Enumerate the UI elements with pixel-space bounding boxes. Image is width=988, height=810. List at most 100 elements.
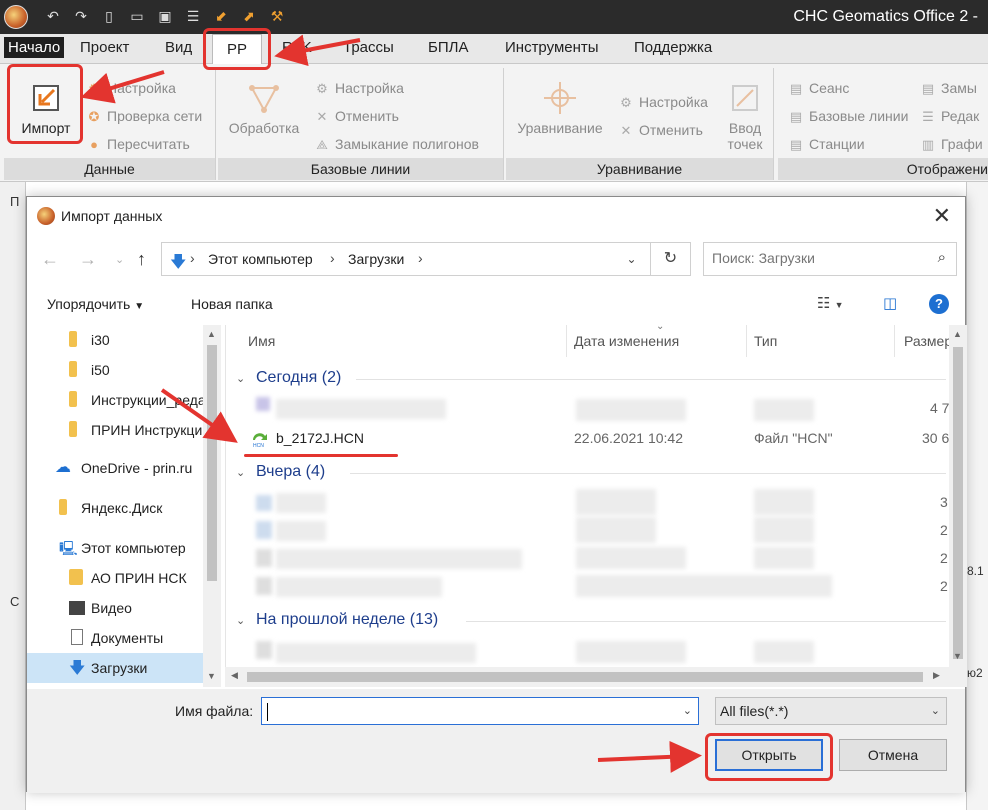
help-icon[interactable]: ?	[929, 294, 949, 314]
display-col2-item-1[interactable]: ▤ Замы	[920, 80, 977, 97]
filename-field[interactable]: ⌄	[261, 697, 699, 725]
address-history-dropdown[interactable]: ⌄	[613, 242, 651, 276]
app-logo-icon[interactable]	[4, 5, 28, 29]
scroll-down-icon[interactable]: ▼	[953, 651, 962, 661]
loop-closure-button[interactable]: ⟁ Замыкание полигонов	[314, 136, 479, 153]
save-icon[interactable]: ▣	[156, 7, 174, 25]
group-header-last-week[interactable]: ⌄ На прошлой неделе (13)	[236, 611, 438, 629]
scrollbar-thumb[interactable]	[207, 345, 217, 581]
nav-item-i30[interactable]: i30	[27, 325, 203, 355]
adjust-button[interactable]: Уравнивание	[510, 80, 610, 136]
organize-button[interactable]: Упорядочить ▼	[47, 296, 144, 312]
display-col2-item-3[interactable]: ▥ Графи	[920, 136, 983, 153]
tab-project[interactable]: Проект	[80, 39, 129, 56]
nav-item-ao-prin[interactable]: АО ПРИН НСК	[27, 563, 203, 593]
file-row-blurred[interactable]: 4 7	[226, 395, 949, 423]
adjust-settings-button[interactable]: ⚙ Настройка	[618, 94, 708, 111]
tab-routes[interactable]: Трассы	[343, 39, 394, 56]
nav-item-onedrive[interactable]: ☁ OneDrive - prin.ru	[27, 453, 203, 483]
open-project-icon[interactable]: ▭	[128, 7, 146, 25]
nav-item-i50[interactable]: i50	[27, 355, 203, 385]
project-pane-tab[interactable]: П	[10, 194, 19, 209]
list-icon[interactable]: ☰	[184, 7, 202, 25]
column-separator[interactable]	[746, 325, 747, 357]
back-arrow-icon[interactable]: ←	[41, 249, 59, 270]
group-header-yesterday[interactable]: ⌄ Вчера (4)	[236, 463, 325, 481]
chevron-down-icon[interactable]: ⌄	[683, 704, 692, 717]
column-header-size[interactable]: Размер	[904, 333, 952, 349]
scrollbar-thumb[interactable]	[247, 672, 923, 682]
tab-home[interactable]: Начало	[4, 37, 65, 58]
breadcrumb-chevron-icon[interactable]: ›	[418, 250, 423, 266]
nav-item-downloads[interactable]: 🡇 Загрузки	[27, 653, 203, 683]
tab-support[interactable]: Поддержка	[634, 39, 712, 56]
processing-button[interactable]: Обработка	[222, 80, 306, 136]
preview-pane-icon[interactable]: ◫	[883, 294, 897, 312]
tab-view[interactable]: Вид	[165, 39, 192, 56]
check-network-button[interactable]: ✪ Проверка сети	[86, 108, 203, 125]
nav-item-yandex-disk[interactable]: Яндекс.Диск	[27, 493, 203, 523]
session-button[interactable]: ▤ Сеанс	[788, 80, 850, 97]
scroll-right-icon[interactable]: ▶	[933, 670, 940, 681]
filetype-select[interactable]: All files(*.*) ⌄	[715, 697, 947, 725]
recalc-button[interactable]: ● Пересчитать	[86, 136, 190, 152]
import-quick-icon[interactable]: ⬋	[212, 7, 230, 25]
view-options-icon[interactable]: ☷ ▼	[817, 294, 844, 312]
tab-rtk[interactable]: RTK	[282, 39, 312, 56]
filename-input[interactable]	[266, 702, 666, 718]
search-input[interactable]	[712, 250, 922, 266]
file-list-scrollbar[interactable]: ▲ ▼	[949, 325, 967, 687]
breadcrumb-downloads[interactable]: Загрузки	[348, 251, 404, 267]
file-row-blurred[interactable]: 2	[226, 517, 948, 545]
refresh-icon[interactable]: ↻	[651, 242, 691, 276]
navigation-pane-scrollbar[interactable]: ▲ ▼	[203, 325, 221, 687]
column-header-date[interactable]: Дата изменения	[574, 333, 679, 349]
scrollbar-thumb[interactable]	[953, 347, 963, 659]
input-points-button[interactable]: Ввод точек	[720, 80, 770, 152]
nav-item-video[interactable]: Видео	[27, 593, 203, 623]
file-row-hcn[interactable]: HCN b_2172J.HCN 22.06.2021 10:42 Файл "H…	[226, 425, 949, 453]
scroll-up-icon[interactable]: ▲	[207, 329, 216, 339]
file-list-horizontal-scrollbar[interactable]: ◀ ▶	[225, 667, 949, 687]
address-bar[interactable]: 🡇 › Этот компьютер › Загрузки ›	[161, 242, 651, 276]
undo-icon[interactable]: ↶	[44, 7, 62, 25]
display-col2-item-2[interactable]: ☰ Редак	[920, 108, 979, 125]
nav-item-instructions[interactable]: Инструкции_реда	[27, 385, 203, 415]
column-separator[interactable]	[566, 325, 567, 357]
breadcrumb-this-pc[interactable]: Этот компьютер	[208, 251, 313, 267]
file-row-blurred[interactable]	[226, 637, 948, 665]
data-settings-button[interactable]: ⚙ Настройка	[86, 80, 176, 97]
file-row-blurred[interactable]: 2	[226, 545, 948, 573]
redo-icon[interactable]: ↷	[72, 7, 90, 25]
new-folder-button[interactable]: Новая папка	[191, 296, 273, 312]
tab-uav[interactable]: БПЛА	[428, 39, 468, 56]
baselines-cancel-button[interactable]: ✕ Отменить	[314, 108, 399, 125]
close-icon[interactable]: ✕	[933, 203, 951, 229]
search-box[interactable]: ⌕	[703, 242, 957, 276]
adjust-cancel-button[interactable]: ✕ Отменить	[618, 122, 703, 139]
group-header-today[interactable]: ⌄ Сегодня (2)	[236, 369, 341, 387]
scroll-up-icon[interactable]: ▲	[953, 329, 962, 339]
display-baselines-button[interactable]: ▤ Базовые линии	[788, 108, 909, 125]
second-pane-tab[interactable]: С	[10, 594, 19, 609]
forward-arrow-icon[interactable]: →	[79, 249, 97, 270]
tools-quick-icon[interactable]: ⚒	[268, 7, 286, 25]
export-quick-icon[interactable]: ⬈	[240, 7, 258, 25]
tab-tools[interactable]: Инструменты	[505, 39, 599, 56]
breadcrumb-chevron-icon[interactable]: ›	[190, 250, 195, 266]
search-icon[interactable]: ⌕	[938, 249, 946, 266]
scroll-down-icon[interactable]: ▼	[207, 671, 216, 681]
scroll-left-icon[interactable]: ◀	[231, 670, 238, 681]
file-row-blurred[interactable]: 3	[226, 489, 948, 517]
nav-item-prin-instructions[interactable]: ПРИН Инструкци	[27, 415, 203, 445]
nav-item-this-pc[interactable]: 🖳 Этот компьютер	[27, 533, 203, 563]
breadcrumb-chevron-icon[interactable]: ›	[330, 250, 335, 266]
file-row-blurred[interactable]: 2	[226, 573, 948, 601]
stations-button[interactable]: ▤ Станции	[788, 136, 865, 153]
new-project-icon[interactable]: ▯	[100, 7, 118, 25]
up-arrow-icon[interactable]: ↑	[137, 249, 146, 270]
recent-chevron-down-icon[interactable]: ⌄	[115, 253, 124, 266]
column-separator[interactable]	[894, 325, 895, 357]
column-header-name[interactable]: Имя	[248, 333, 275, 349]
nav-item-documents[interactable]: Документы	[27, 623, 203, 653]
